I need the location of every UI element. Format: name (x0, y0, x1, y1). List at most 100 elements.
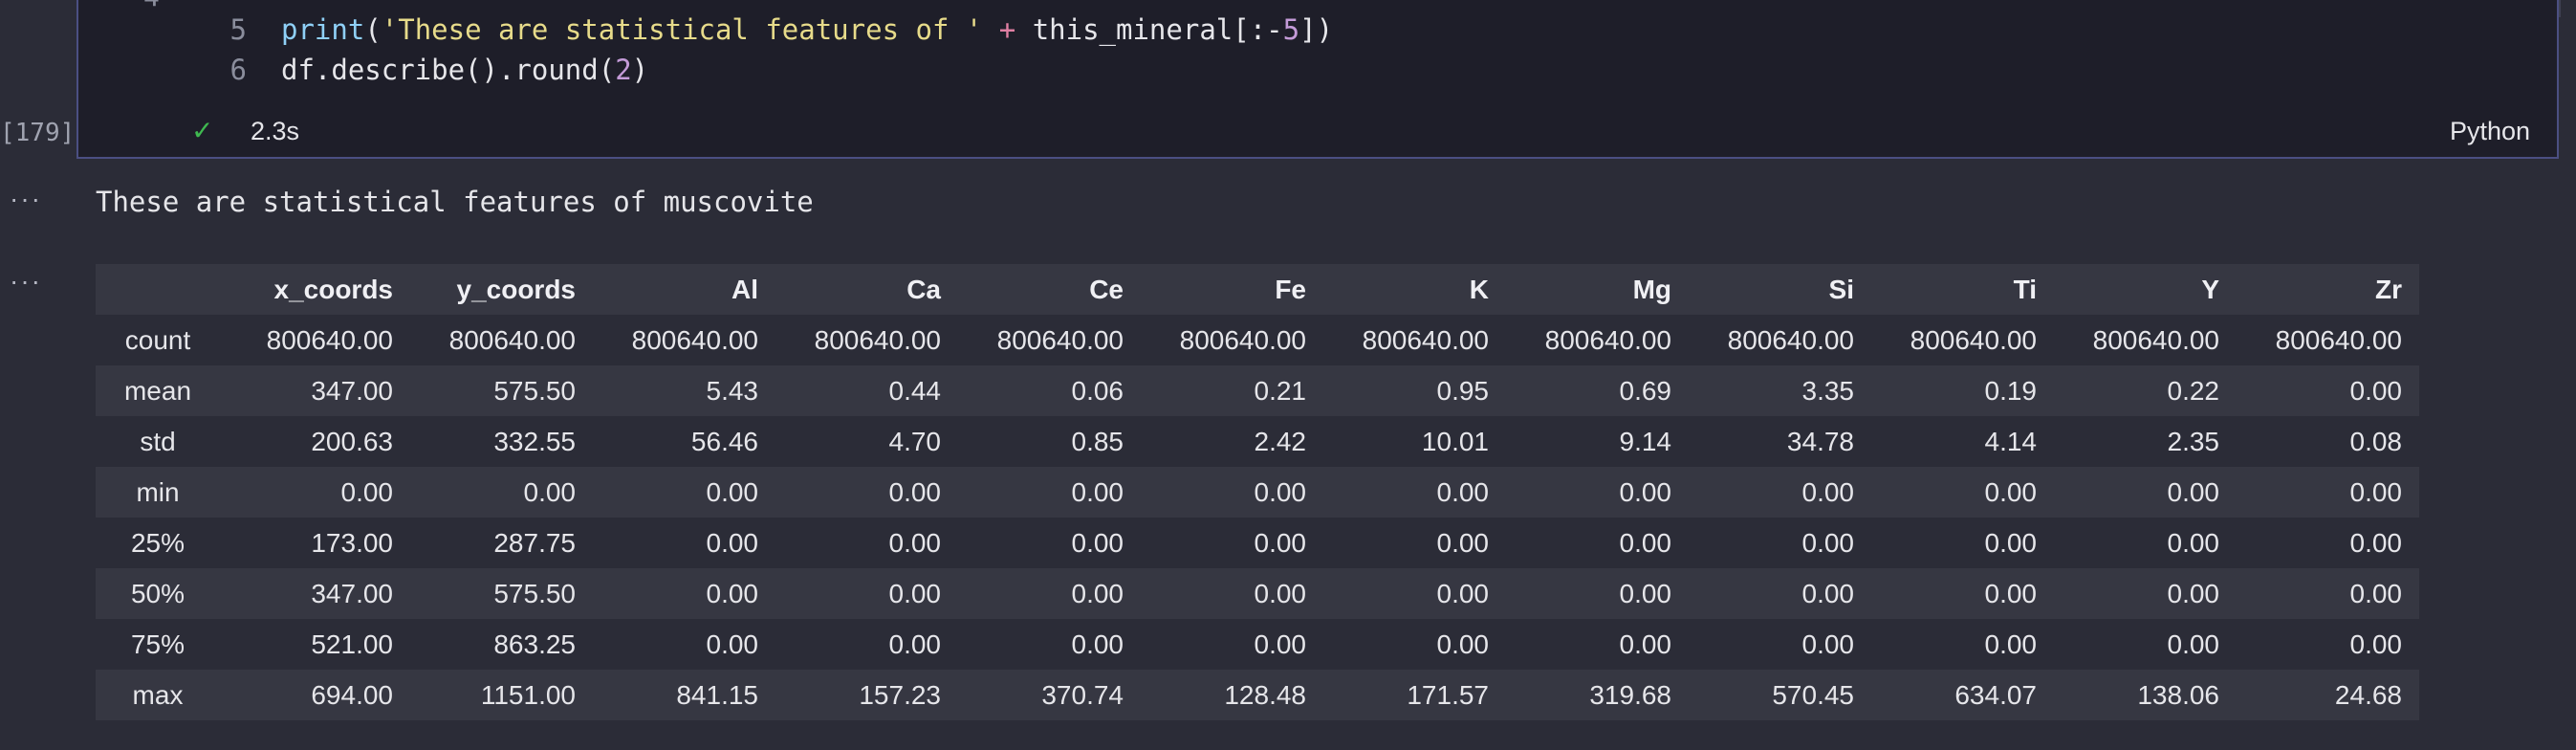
table-cell: 0.00 (2167, 629, 2220, 659)
column-header: Si (1689, 264, 1871, 315)
table-cell: 0.00 (888, 578, 942, 608)
table-cell: 521.00 (311, 629, 393, 659)
table-cell: 0.00 (1984, 476, 2038, 507)
table-cell: 0.00 (1619, 629, 1672, 659)
column-header: K (1323, 264, 1506, 315)
table-cell: 347.00 (311, 375, 393, 406)
code-token-call: df.describe().round( (281, 54, 616, 86)
table-row: 75% 521.00 863.25 0.00 0.00 0.00 0.00 0.00 0.00 0… (96, 619, 2419, 670)
table-cell: 171.57 (1407, 679, 1489, 710)
table-cell: 863.25 (493, 629, 576, 659)
table-cell: 138.06 (2137, 679, 2219, 710)
table-cell: 0.00 (1801, 476, 1855, 507)
column-header: Zr (2237, 264, 2419, 315)
table-cell: 0.06 (1071, 375, 1124, 406)
table-cell: 575.50 (493, 578, 576, 608)
table-cell: 0.00 (1254, 527, 1307, 558)
code-token-number: 5 (1282, 13, 1300, 46)
code-line-5[interactable]: 5 print('These are statistical features … (78, 13, 2557, 52)
table-cell: 0.22 (2167, 375, 2220, 406)
table-cell: 0.00 (1071, 578, 1124, 608)
stdout-text: These are statistical features of muscov… (96, 186, 814, 218)
table-cell: 841.15 (676, 679, 758, 710)
table-cell: 0.00 (1254, 476, 1307, 507)
column-header: Fe (1141, 264, 1323, 315)
row-index-label: 50% (130, 578, 186, 608)
table-cell: 4.14 (1984, 426, 2038, 456)
table-cell: 287.75 (493, 527, 576, 558)
language-selector[interactable]: Python (2450, 117, 2530, 146)
code-token-paren: ) (631, 54, 649, 86)
describe-table: x_coords y_coords Al Ca Ce Fe K Mg Si Ti… (96, 264, 2419, 720)
table-cell: 0.00 (2349, 476, 2403, 507)
check-icon: ✓ (191, 116, 214, 145)
table-cell: 9.14 (1619, 426, 1672, 456)
table-cell: 0.00 (523, 476, 577, 507)
table-cell: 800640.00 (1179, 324, 1306, 355)
table-cell: 0.00 (2349, 527, 2403, 558)
column-header: Ce (958, 264, 1141, 315)
table-cell: 0.00 (1436, 527, 1490, 558)
column-header: Al (593, 264, 775, 315)
table-cell: 128.48 (1224, 679, 1306, 710)
code-token-function: print (281, 13, 365, 46)
table-cell: 694.00 (311, 679, 393, 710)
code-text[interactable]: df.describe().round(2) (281, 54, 648, 86)
table-cell: 0.00 (1619, 476, 1672, 507)
row-index-label: min (136, 476, 180, 507)
table-cell: 800640.00 (2092, 324, 2219, 355)
code-token-slice-open: [:- (1233, 13, 1283, 46)
row-index-label: count (124, 324, 191, 355)
table-cell: 800640.00 (996, 324, 1124, 355)
table-cell: 0.00 (888, 629, 942, 659)
column-header: Mg (1506, 264, 1689, 315)
table-cell: 173.00 (311, 527, 393, 558)
code-token-operator: + (982, 13, 1033, 46)
table-cell: 0.00 (2349, 629, 2403, 659)
table-cell: 34.78 (1786, 426, 1854, 456)
code-token-string: 'These are statistical features of ' (381, 13, 983, 46)
column-header: Y (2054, 264, 2237, 315)
table-cell: 0.00 (706, 527, 759, 558)
table-cell: 0.00 (706, 629, 759, 659)
table-cell: 332.55 (493, 426, 576, 456)
table-cell: 0.00 (1984, 578, 2038, 608)
table-cell: 5.43 (706, 375, 759, 406)
table-cell: 800640.00 (1544, 324, 1671, 355)
table-cell: 0.00 (1071, 476, 1124, 507)
code-line-6[interactable]: 6 df.describe().round(2) (78, 54, 2557, 92)
table-cell: 0.44 (888, 375, 942, 406)
table-cell: 347.00 (311, 578, 393, 608)
table-cell: 800640.00 (1727, 324, 1854, 355)
row-index-label: mean (123, 375, 192, 406)
table-cell: 3.35 (1801, 375, 1855, 406)
row-index-label: max (132, 679, 184, 710)
output-more-actions-icon[interactable]: ··· (10, 266, 42, 297)
table-cell: 800640.00 (2275, 324, 2402, 355)
row-index-label: 25% (130, 527, 186, 558)
table-cell: 0.00 (706, 578, 759, 608)
table-cell: 0.00 (706, 476, 759, 507)
table-cell: 0.19 (1984, 375, 2038, 406)
table-cell: 2.35 (2167, 426, 2220, 456)
table-cell: 2.42 (1254, 426, 1307, 456)
output-more-actions-icon[interactable]: ··· (10, 184, 42, 214)
table-cell: 800640.00 (448, 324, 576, 355)
table-cell: 0.00 (1254, 578, 1307, 608)
table-cell: 319.68 (1589, 679, 1671, 710)
code-text[interactable]: print('These are statistical features of… (281, 13, 1333, 46)
table-cell: 0.00 (1619, 527, 1672, 558)
table-row: 50% 347.00 575.50 0.00 0.00 0.00 0.00 0.00 0.00 0… (96, 568, 2419, 619)
table-row: min 0.00 0.00 0.00 0.00 0.00 0.00 0.00 0.00 0.00 0… (96, 467, 2419, 518)
table-cell: 4.70 (888, 426, 942, 456)
table-cell: 0.00 (1436, 578, 1490, 608)
table-cell: 0.00 (1071, 629, 1124, 659)
line-number: 6 (229, 54, 247, 86)
column-header (96, 264, 228, 315)
code-cell[interactable]: 5 print('These are statistical features … (76, 0, 2559, 159)
table-row: std 200.63 332.55 56.46 4.70 0.85 2.42 10.01 9.1… (96, 416, 2419, 467)
table-cell: 800640.00 (631, 324, 758, 355)
table-cell: 0.00 (2349, 578, 2403, 608)
table-cell: 0.00 (1071, 527, 1124, 558)
table-cell: 0.00 (340, 476, 394, 507)
